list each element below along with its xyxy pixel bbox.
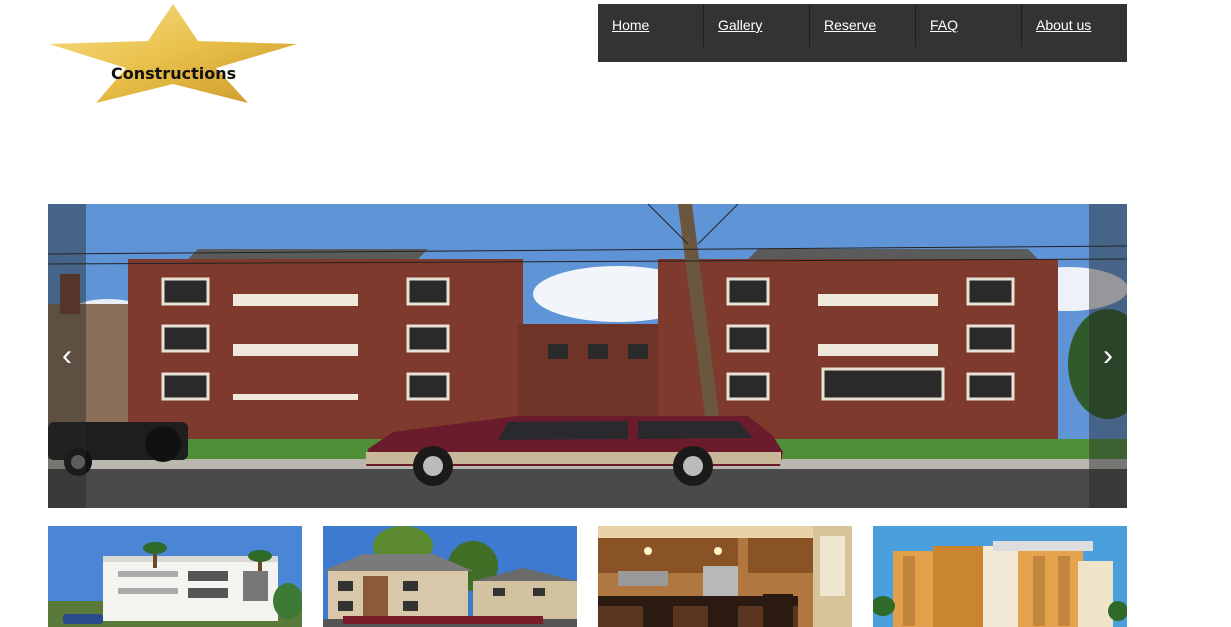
nav-item-home[interactable]: Home <box>598 4 704 47</box>
thumbnail-3[interactable] <box>598 526 852 627</box>
nav-link-faq[interactable]: FAQ <box>930 17 990 33</box>
nav-item-gallery[interactable]: Gallery <box>704 4 810 47</box>
thumbnail-image-apartment-complex <box>323 526 577 627</box>
logo-text: Constructions <box>111 64 237 83</box>
nav-item-faq[interactable]: FAQ <box>916 4 1022 47</box>
thumbnail-image-white-building <box>48 526 302 627</box>
chevron-right-icon: › <box>1103 339 1113 372</box>
site-logo[interactable]: Constructions <box>48 4 298 104</box>
chevron-left-icon: ‹ <box>62 339 72 372</box>
slider-next-button[interactable]: › <box>1089 204 1127 508</box>
thumbnail-4[interactable] <box>873 526 1127 627</box>
thumbnail-2[interactable] <box>323 526 577 627</box>
image-slider[interactable]: ‹ › <box>48 204 1127 508</box>
slider-prev-button[interactable]: ‹ <box>48 204 86 508</box>
nav-item-reserve[interactable]: Reserve <box>810 4 916 47</box>
slider-image-apartment-building <box>48 204 1127 508</box>
thumbnail-1[interactable] <box>48 526 302 627</box>
star-logo-icon <box>49 4 297 103</box>
main-nav: Home Gallery Reserve FAQ About us <box>598 4 1127 62</box>
nav-link-home[interactable]: Home <box>612 17 672 33</box>
nav-link-gallery[interactable]: Gallery <box>718 17 778 33</box>
nav-item-about[interactable]: About us <box>1022 4 1127 62</box>
nav-link-reserve[interactable]: Reserve <box>824 17 884 33</box>
thumbnail-image-orange-tower <box>873 526 1127 627</box>
thumbnail-image-kitchen <box>598 526 852 627</box>
nav-link-about[interactable]: About us <box>1036 17 1096 33</box>
